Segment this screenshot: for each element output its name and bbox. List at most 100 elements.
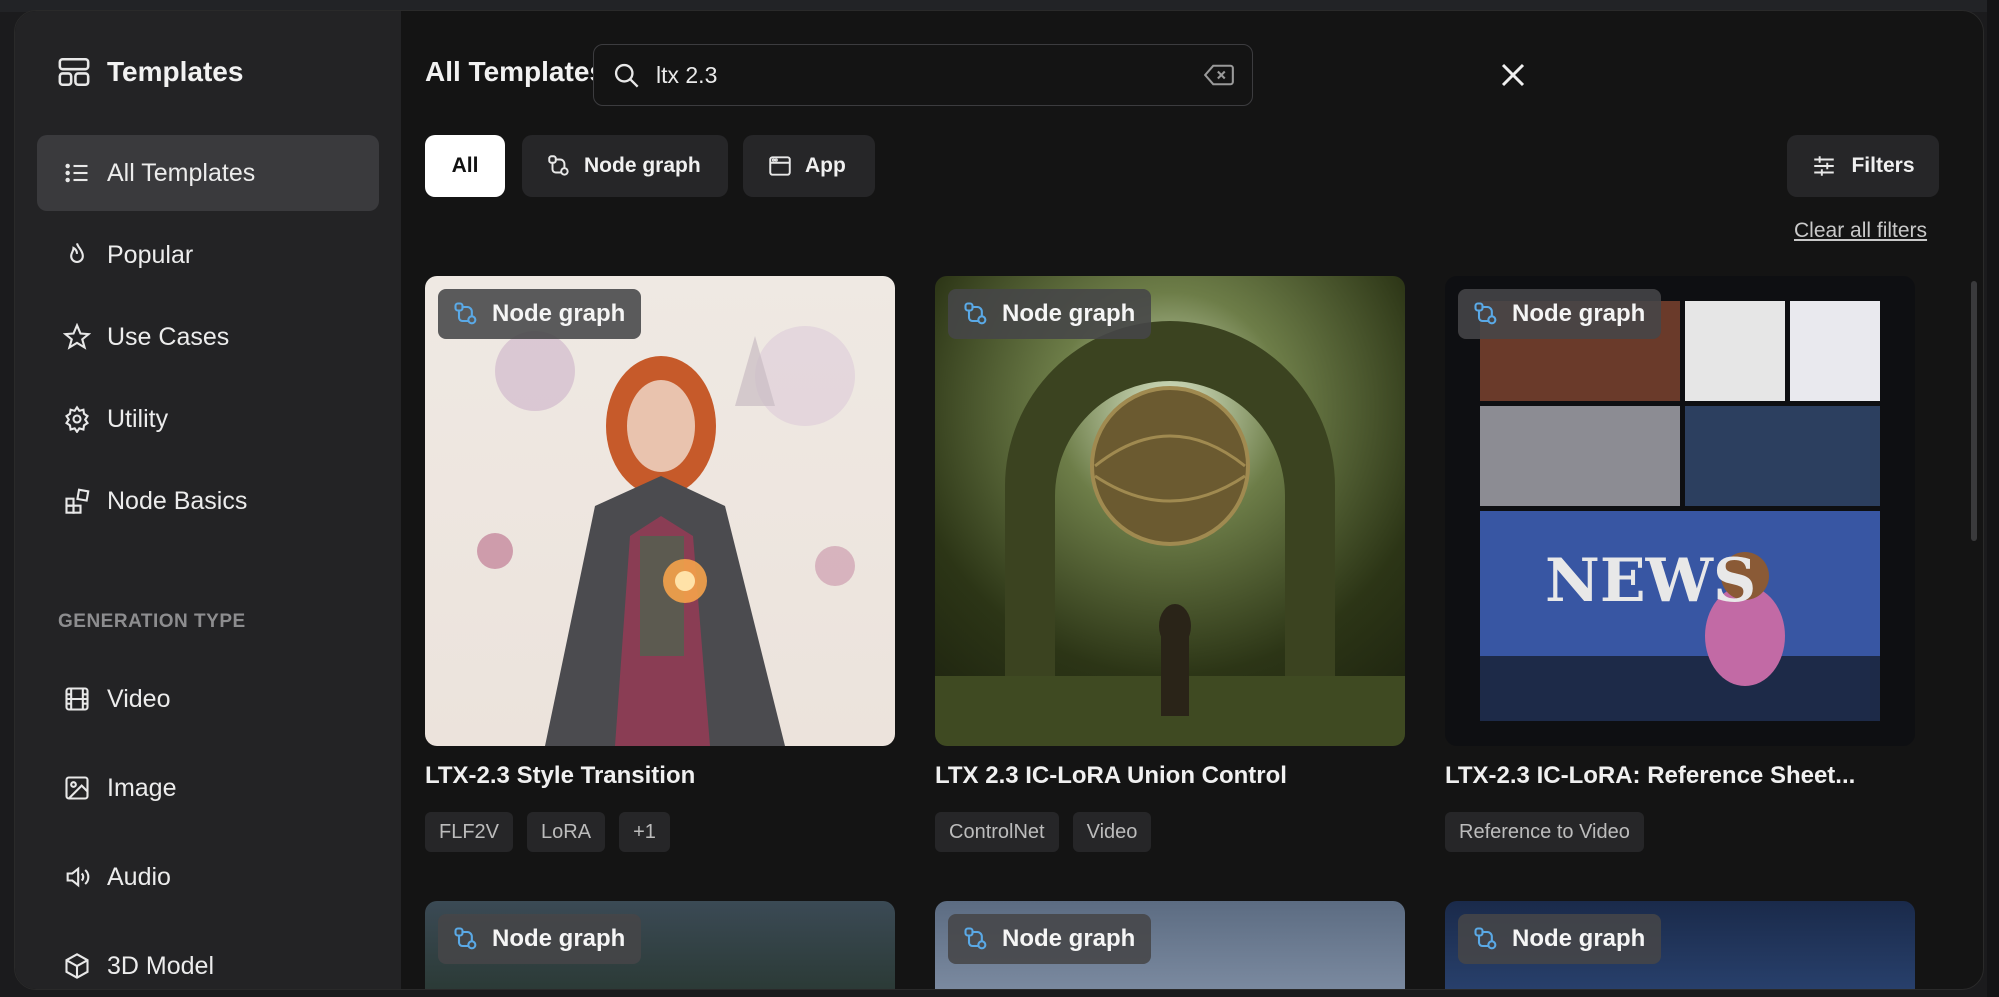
template-tags: ControlNet Video [935, 812, 1405, 852]
template-thumbnail[interactable]: Node graph [935, 276, 1405, 746]
tab-all[interactable]: All [425, 135, 505, 197]
filters-button[interactable]: Filters [1787, 135, 1939, 197]
sliders-icon [1814, 156, 1835, 176]
sidebar-item-popular[interactable]: Popular [37, 217, 379, 293]
star-icon [63, 323, 91, 350]
template-title[interactable]: LTX 2.3 IC-LoRA Union Control [935, 762, 1405, 790]
tag[interactable]: Reference to Video [1445, 812, 1644, 852]
node-graph-badge: Node graph [1458, 289, 1662, 339]
sidebar-item-label: Image [107, 773, 177, 802]
page-title: All Templates [425, 56, 605, 87]
templates-icon [58, 57, 90, 87]
node-graph-icon [964, 927, 987, 950]
gear-icon [65, 405, 89, 433]
node-graph-badge: Node graph [1458, 914, 1662, 964]
template-card[interactable]: Node graph LTX-2.3 Style Transition FLF2… [425, 276, 895, 852]
flame-icon [70, 242, 84, 264]
template-thumbnail[interactable]: NEWS Node graph [1445, 276, 1915, 746]
tag-more[interactable]: +1 [619, 812, 670, 852]
sidebar-item-image[interactable]: Image [37, 750, 379, 826]
sidebar-item-3d-model[interactable]: 3D Model [37, 928, 379, 989]
clear-search-icon[interactable] [1204, 62, 1234, 88]
speaker-icon [66, 866, 90, 888]
background-right-edge [1987, 0, 1999, 997]
tag[interactable]: FLF2V [425, 812, 514, 852]
badge-label: Node graph [1002, 925, 1136, 952]
tab-app[interactable]: App [743, 135, 875, 197]
badge-label: Node graph [1512, 925, 1646, 952]
thumbnail-art [477, 326, 855, 746]
template-tags: Reference to Video [1445, 812, 1915, 852]
template-tags: FLF2V LoRA +1 [425, 812, 895, 852]
sidebar-item-node-basics[interactable]: Node Basics [37, 463, 379, 539]
sidebar-item-label: 3D Model [107, 951, 214, 980]
tab-label: All [451, 154, 479, 177]
close-button[interactable] [1491, 53, 1535, 97]
badge-label: Node graph [1512, 300, 1646, 327]
tab-label: Node graph [584, 154, 701, 177]
image-icon [65, 776, 89, 800]
template-thumbnail[interactable]: Node graph [425, 276, 895, 746]
template-card[interactable]: Node graph [935, 901, 1405, 989]
sidebar-item-label: Video [107, 684, 171, 713]
template-card[interactable]: NEWS Node graph LTX-2.3 IC-LoRA: Referen… [1445, 276, 1915, 852]
clear-all-filters-link[interactable]: Clear all filters [1794, 219, 1927, 243]
template-card[interactable]: Node graph [425, 901, 895, 989]
sidebar: Templates All Templates Popular Use Case… [15, 11, 401, 989]
news-logo-text: NEWS [1545, 546, 1757, 616]
tag[interactable]: LoRA [527, 812, 606, 852]
node-graph-badge: Node graph [438, 914, 642, 964]
node-graph-icon [548, 155, 569, 176]
node-graph-badge: Node graph [948, 289, 1152, 339]
node-graph-icon [454, 927, 477, 950]
sidebar-item-video[interactable]: Video [37, 661, 379, 737]
template-thumbnail[interactable]: Node graph [935, 901, 1405, 989]
list-icon [65, 163, 88, 183]
badge-label: Node graph [492, 925, 626, 952]
sidebar-item-label: Use Cases [107, 322, 230, 351]
node-graph-badge: Node graph [948, 914, 1152, 964]
sidebar-item-all-templates[interactable]: All Templates [37, 135, 379, 211]
templates-modal: Templates All Templates Popular Use Case… [14, 10, 1984, 990]
tag[interactable]: ControlNet [935, 812, 1059, 852]
thumbnail-art [1480, 301, 1880, 721]
template-card[interactable]: Node graph [1445, 901, 1915, 989]
template-title[interactable]: LTX-2.3 IC-LoRA: Reference Sheet... [1445, 762, 1915, 790]
close-icon [1501, 63, 1525, 87]
scrollbar[interactable] [1971, 281, 1977, 541]
sidebar-item-label: Node Basics [107, 486, 248, 515]
tag[interactable]: Video [1072, 812, 1152, 852]
main-panel: All Templates All Node graph App Filters… [401, 11, 1983, 989]
film-icon [65, 687, 89, 711]
template-thumbnail[interactable]: Node graph [425, 901, 895, 989]
tab-label: App [805, 154, 846, 177]
node-graph-icon [964, 302, 987, 325]
node-graph-badge: Node graph [438, 289, 642, 339]
node-graph-icon [454, 302, 477, 325]
blocks-icon [65, 488, 90, 514]
template-thumbnail[interactable]: Node graph [1445, 901, 1915, 989]
sidebar-item-use-cases[interactable]: Use Cases [37, 299, 379, 375]
tab-node-graph[interactable]: Node graph [522, 135, 728, 197]
section-label-generation-type: GENERATION TYPE [58, 611, 246, 632]
sidebar-item-label: All Templates [107, 158, 256, 187]
cube-icon [65, 953, 89, 979]
thumbnail-art [935, 321, 1405, 746]
template-card[interactable]: Node graph LTX 2.3 IC-LoRA Union Control… [935, 276, 1405, 852]
filters-label: Filters [1851, 154, 1915, 177]
badge-label: Node graph [492, 300, 626, 327]
node-graph-icon [1474, 927, 1497, 950]
search-box[interactable] [593, 44, 1253, 106]
sidebar-item-audio[interactable]: Audio [37, 839, 379, 915]
app-window-icon [769, 156, 791, 176]
badge-label: Node graph [1002, 300, 1136, 327]
sidebar-brand: Templates [57, 55, 243, 89]
sidebar-item-utility[interactable]: Utility [37, 381, 379, 457]
sidebar-item-label: Popular [107, 240, 194, 269]
search-icon [614, 63, 639, 88]
template-title[interactable]: LTX-2.3 Style Transition [425, 762, 895, 790]
search-input[interactable] [656, 61, 1204, 89]
sidebar-item-label: Utility [107, 404, 169, 433]
node-graph-icon [1474, 302, 1497, 325]
sidebar-title: Templates [107, 56, 244, 87]
